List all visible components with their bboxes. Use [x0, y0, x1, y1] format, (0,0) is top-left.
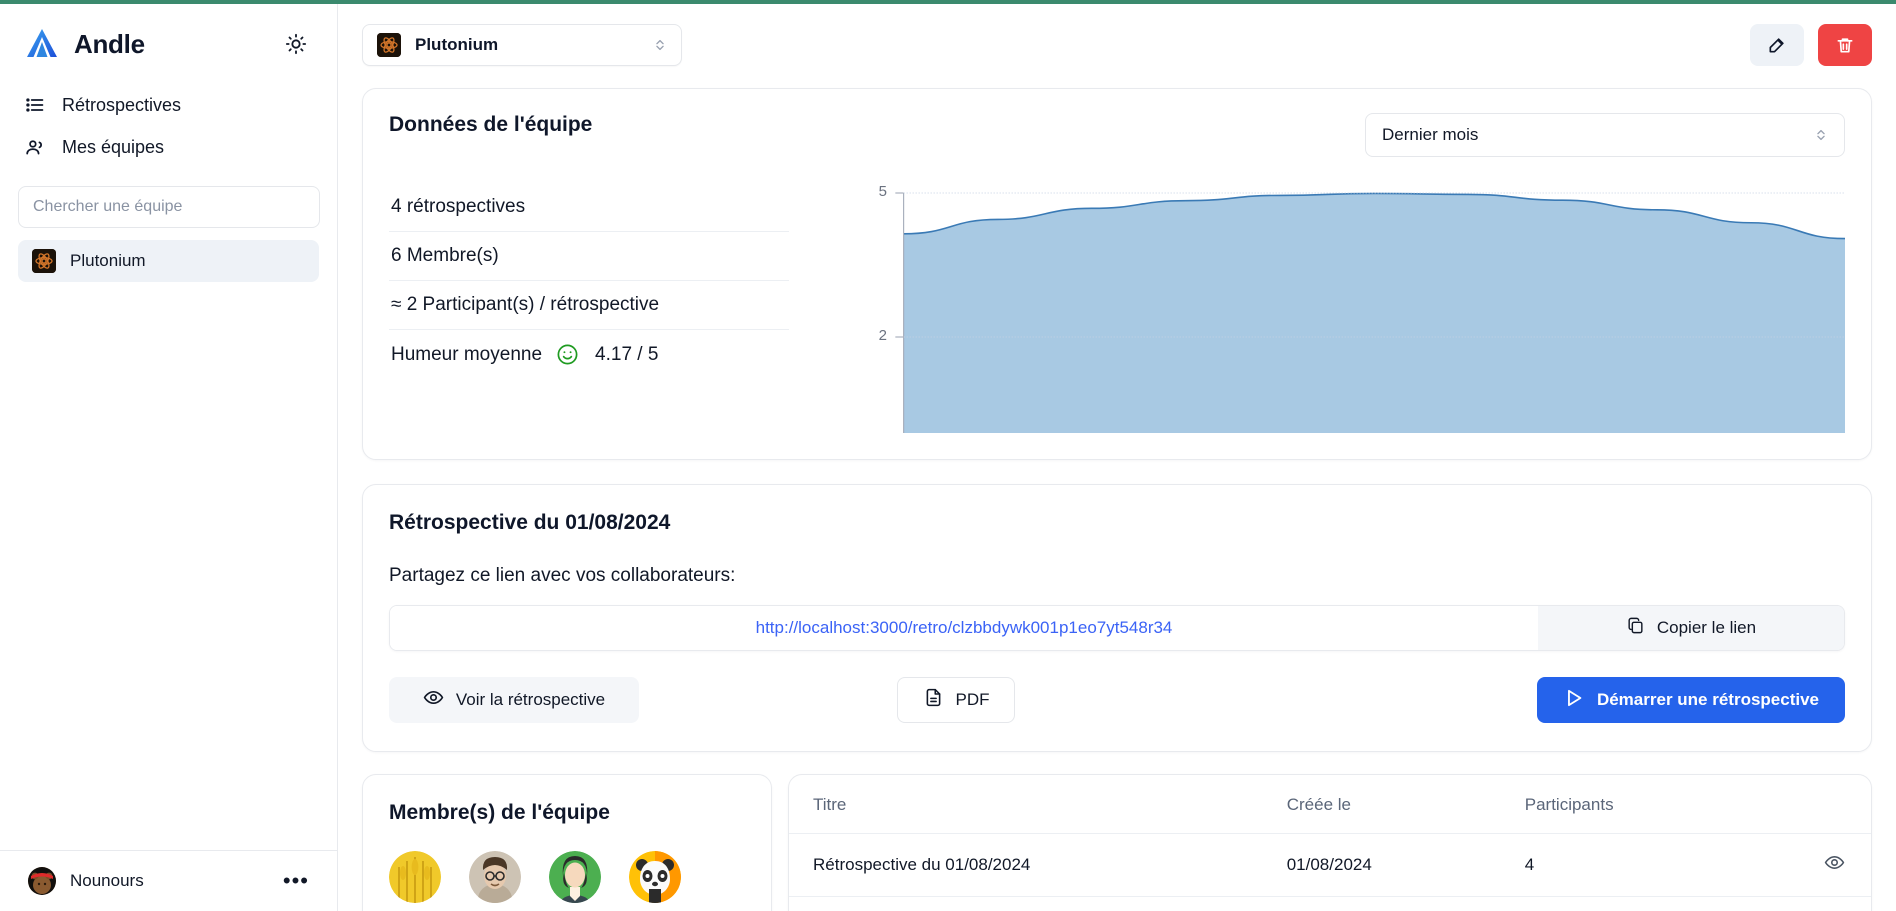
sidebar-nav: Rétrospectives Mes équipes: [0, 68, 337, 168]
table-row[interactable]: Rétrospective du 01/08/2024 01/08/2024 4: [789, 833, 1871, 897]
stat-text: 4 rétrospectives: [391, 196, 526, 217]
man-glasses-avatar[interactable]: [469, 851, 521, 903]
bottom-row: Membre(s) de l'équipe Titre Créée le Par…: [362, 774, 1872, 911]
table-header-row: Titre Créée le Participants: [789, 775, 1871, 834]
topbar-actions: [1750, 24, 1872, 66]
mood-label: Humeur moyenne: [391, 343, 543, 365]
brand-name: Andle: [74, 28, 145, 59]
stat-participants: ≈ 2 Participant(s) / rétrospective: [389, 281, 789, 330]
smiley-icon: [556, 343, 579, 366]
cell-action: [1762, 896, 1871, 911]
atom-avatar: [377, 33, 401, 57]
mood-value: 4.17 / 5: [595, 343, 659, 365]
sidebar-item-my-teams[interactable]: Mes équipes: [24, 126, 313, 168]
list-icon: [24, 94, 46, 116]
pdf-label: PDF: [955, 690, 990, 709]
team-selector[interactable]: Plutonium: [362, 24, 682, 66]
column-header-actions: [1762, 775, 1871, 834]
sidebar-item-retrospectives[interactable]: Rétrospectives: [24, 84, 313, 126]
avatar: [28, 867, 56, 895]
column-header-participants: Participants: [1524, 775, 1763, 834]
sidebar-item-label: Rétrospectives: [62, 94, 182, 115]
search-input[interactable]: [18, 186, 320, 228]
retrospective-link[interactable]: http://localhost:3000/retro/clzbbdywk001…: [390, 606, 1538, 650]
ellipsis-icon[interactable]: •••: [283, 870, 309, 892]
chevron-updown-icon: [653, 36, 667, 54]
brand-row: Andle: [0, 4, 337, 68]
team-data-card: Données de l'équipe Dernier mois 4 rétro…: [362, 88, 1872, 460]
panda-avatar[interactable]: [629, 851, 681, 903]
team-stats-list: 4 rétrospectives 6 Membre(s) ≈ 2 Partici…: [389, 183, 789, 433]
stat-mood: Humeur moyenne 4.17 / 5: [389, 330, 789, 379]
sun-icon[interactable]: [279, 27, 313, 61]
retrospectives-table-card: Titre Créée le Participants Rétrospectiv…: [788, 774, 1872, 911]
users-icon: [24, 136, 46, 158]
members-avatars: [389, 851, 745, 903]
cell-created: 01/08/2024: [1286, 833, 1525, 897]
stat-text: 6 Membre(s): [391, 245, 499, 266]
team-data-title: Données de l'équipe: [389, 113, 593, 136]
sidebar-item-label: Mes équipes: [62, 136, 165, 157]
cell-titre: Rétrospective du 01/08/2024: [789, 833, 1287, 897]
stat-text: ≈ 2 Participant(s) / rétrospective: [391, 294, 660, 315]
y-axis-tick-label: 5: [878, 183, 887, 200]
team-search-wrapper: [0, 168, 337, 228]
period-selector-value: Dernier mois: [1382, 125, 1479, 144]
members-title: Membre(s) de l'équipe: [389, 801, 610, 824]
view-retrospective-button[interactable]: Voir la rétrospective: [389, 677, 639, 723]
user-name: Nounours: [70, 871, 144, 890]
sidebar-team-plutonium[interactable]: Plutonium: [18, 240, 319, 282]
table-row[interactable]: Rétrospective du 01/08/202401/08/20241: [789, 896, 1871, 911]
pdf-button[interactable]: PDF: [897, 677, 1015, 723]
column-header-created: Créée le: [1286, 775, 1525, 834]
edit-icon[interactable]: [1750, 24, 1804, 66]
andle-logo-icon: [24, 26, 60, 62]
stat-retrospectives: 4 rétrospectives: [389, 183, 789, 232]
woman-avatar[interactable]: [549, 851, 601, 903]
share-label: Partagez ce lien avec vos collaborateurs…: [389, 565, 736, 586]
stat-members: 6 Membre(s): [389, 232, 789, 281]
play-icon: [1563, 687, 1585, 714]
share-link-row: http://localhost:3000/retro/clzbbdywk001…: [389, 605, 1845, 651]
copy-icon: [1626, 616, 1645, 640]
start-retrospective-label: Démarrer une rétrospective: [1596, 690, 1819, 709]
cell-titre: Rétrospective du 01/08/2024: [789, 896, 1287, 911]
view-retrospective-label: Voir la rétrospective: [455, 690, 606, 709]
content-area: Données de l'équipe Dernier mois 4 rétro…: [338, 66, 1896, 911]
cell-participants: 4: [1524, 833, 1763, 897]
y-axis-tick-label: 2: [878, 327, 887, 344]
mood-area-chart: 52: [879, 183, 1845, 433]
main-content: Plutonium Données de l'équipe Dernier mo…: [338, 4, 1896, 911]
team-list: Plutonium: [0, 228, 337, 282]
retrospectives-table: Titre Créée le Participants Rétrospectiv…: [789, 775, 1871, 911]
cell-created: 01/08/2024: [1286, 896, 1525, 911]
chevron-updown-icon: [1814, 126, 1828, 144]
top-accent-bar: [0, 0, 1896, 4]
copy-link-button[interactable]: Copier le lien: [1538, 606, 1844, 650]
team-data-header: Données de l'équipe Dernier mois: [389, 113, 1845, 157]
wheat-avatar[interactable]: [389, 851, 441, 903]
trash-icon[interactable]: [1818, 24, 1872, 66]
sidebar-user-row[interactable]: Nounours •••: [0, 850, 337, 911]
eye-icon[interactable]: [1824, 852, 1845, 873]
copy-link-label: Copier le lien: [1656, 618, 1757, 637]
team-data-body: 4 rétrospectives 6 Membre(s) ≈ 2 Partici…: [389, 183, 1845, 433]
team-item-label: Plutonium: [70, 251, 146, 270]
period-selector[interactable]: Dernier mois: [1365, 113, 1845, 157]
column-header-titre: Titre: [789, 775, 1287, 834]
topbar: Plutonium: [338, 4, 1896, 66]
current-retrospective-card: Rétrospective du 01/08/2024 Partagez ce …: [362, 484, 1872, 752]
retrospective-title: Rétrospective du 01/08/2024: [389, 511, 671, 534]
retrospective-actions: Voir la rétrospective PDF Démarrer une r…: [389, 677, 1845, 723]
cell-action: [1762, 833, 1871, 897]
app-root: Andle Rétrospectives Mes équipes Cherche…: [0, 0, 1896, 911]
cell-participants: 1: [1524, 896, 1763, 911]
eye-icon: [423, 687, 444, 713]
team-members-card: Membre(s) de l'équipe: [362, 774, 772, 911]
sidebar: Andle Rétrospectives Mes équipes Cherche…: [0, 4, 338, 911]
document-icon: [923, 687, 944, 713]
team-selector-value: Plutonium: [415, 35, 499, 54]
start-retrospective-button[interactable]: Démarrer une rétrospective: [1536, 677, 1845, 723]
atom-avatar: [32, 249, 56, 273]
